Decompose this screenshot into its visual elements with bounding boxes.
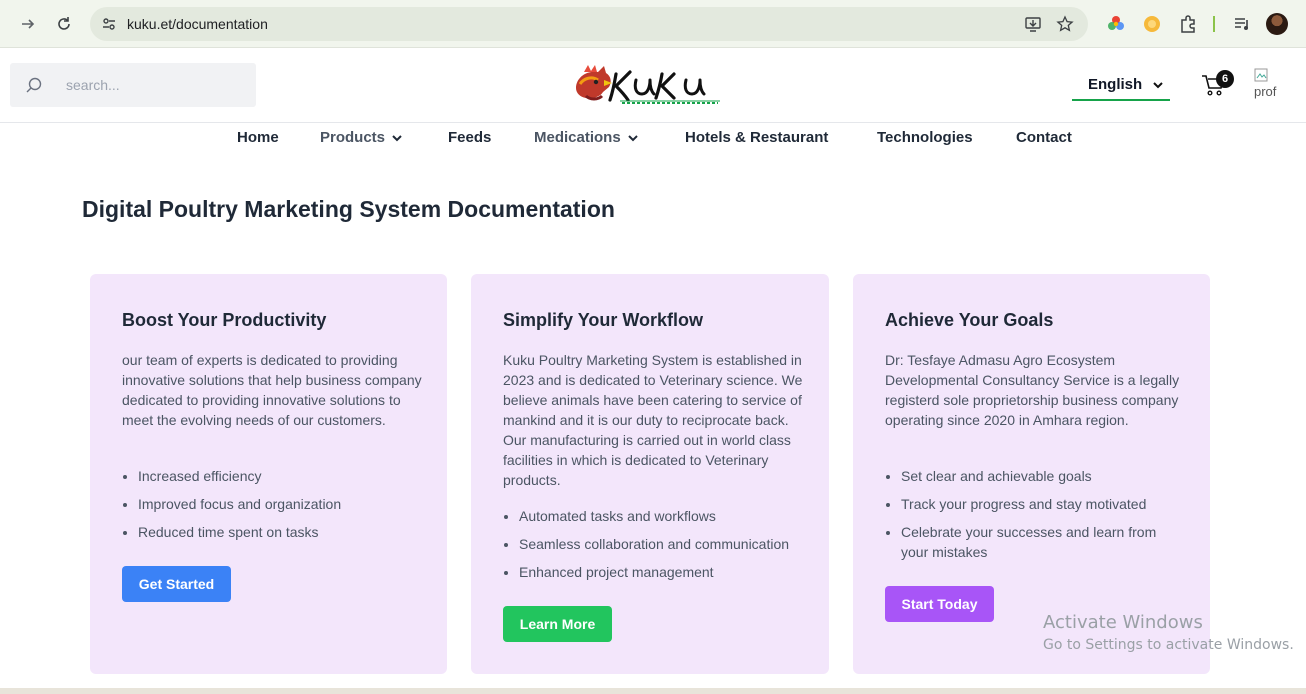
watermark-subtitle: Go to Settings to activate Windows. bbox=[1043, 637, 1294, 653]
language-select[interactable]: English bbox=[1072, 69, 1170, 101]
profile-alt-text: prof bbox=[1254, 84, 1277, 99]
nav-hotels-label: Hotels & Restaurant bbox=[685, 129, 829, 146]
nav-products-label: Products bbox=[320, 129, 386, 146]
nav-medications[interactable]: Medications bbox=[534, 129, 639, 146]
nav-products[interactable]: Products bbox=[320, 129, 403, 146]
media-control-icon[interactable] bbox=[1232, 14, 1252, 34]
nav-home-label: Home bbox=[237, 129, 279, 146]
productivity-card: Boost Your Productivity our team of expe… bbox=[90, 274, 447, 674]
card-body: our team of experts is dedicated to prov… bbox=[122, 352, 422, 428]
nav-medications-label: Medications bbox=[534, 129, 621, 146]
list-item: Automated tasks and workflows bbox=[519, 506, 809, 526]
nav-technologies-label: Technologies bbox=[877, 129, 973, 146]
list-item: Increased efficiency bbox=[138, 466, 428, 486]
url-text: kuku.et/documentation bbox=[127, 16, 268, 32]
kuku-logo[interactable] bbox=[570, 62, 726, 108]
page-title: Digital Poultry Marketing System Documen… bbox=[82, 196, 615, 222]
workflow-card: Simplify Your Workflow Kuku Poultry Mark… bbox=[471, 274, 829, 674]
install-app-icon[interactable] bbox=[1024, 15, 1042, 33]
search-icon bbox=[26, 77, 42, 93]
reload-icon[interactable] bbox=[52, 12, 76, 36]
search-input[interactable] bbox=[66, 75, 246, 95]
taskbar-edge bbox=[0, 688, 1306, 694]
start-today-button[interactable]: Start Today bbox=[885, 586, 994, 622]
list-item: Seamless collaboration and communication bbox=[519, 534, 809, 554]
nav-hotels-restaurant[interactable]: Hotels & Restaurant bbox=[685, 129, 828, 146]
card-body: Kuku Poultry Marketing System is establi… bbox=[503, 352, 803, 488]
search-box[interactable] bbox=[10, 63, 256, 107]
list-item: Celebrate your successes and learn from … bbox=[901, 522, 1177, 562]
list-item: Enhanced project management bbox=[519, 562, 809, 582]
bookmark-star-icon[interactable] bbox=[1056, 15, 1074, 33]
extensions-puzzle-icon[interactable] bbox=[1178, 14, 1198, 34]
browser-profile-avatar[interactable] bbox=[1266, 13, 1288, 35]
get-started-button[interactable]: Get Started bbox=[122, 566, 231, 602]
broken-image-icon bbox=[1254, 68, 1268, 82]
list-item: Track your progress and stay motivated bbox=[901, 494, 1177, 514]
card-bullet-list: Set clear and achievable goals Track you… bbox=[901, 466, 1177, 570]
nav-contact-label: Contact bbox=[1016, 129, 1072, 146]
nav-feeds-label: Feeds bbox=[448, 129, 492, 146]
activate-windows-watermark: Activate Windows Go to Settings to activ… bbox=[1043, 612, 1294, 654]
nav-contact[interactable]: Contact bbox=[1016, 129, 1072, 146]
forward-icon[interactable] bbox=[16, 12, 40, 36]
chevron-down-icon bbox=[392, 134, 402, 141]
chevron-down-icon bbox=[627, 134, 638, 141]
cart-count-badge: 6 bbox=[1216, 70, 1234, 88]
nav-feeds[interactable]: Feeds bbox=[448, 129, 491, 146]
list-item: Reduced time spent on tasks bbox=[138, 522, 428, 542]
watermark-title: Activate Windows bbox=[1043, 612, 1203, 633]
card-title: Boost Your Productivity bbox=[122, 310, 327, 330]
card-bullet-list: Increased efficiency Improved focus and … bbox=[138, 466, 428, 550]
nav-home[interactable]: Home bbox=[237, 129, 279, 146]
chevron-down-icon bbox=[1153, 82, 1163, 89]
nav-technologies[interactable]: Technologies bbox=[877, 129, 973, 146]
card-body: Dr: Tesfaye Admasu Agro Ecosystem Develo… bbox=[885, 352, 1180, 428]
site-settings-icon[interactable] bbox=[100, 15, 118, 33]
language-label: English bbox=[1088, 75, 1143, 93]
address-bar[interactable]: kuku.et/documentation bbox=[90, 7, 1088, 41]
profile-image[interactable]: prof bbox=[1254, 68, 1288, 102]
browser-toolbar: kuku.et/documentation bbox=[0, 0, 1306, 48]
list-item: Set clear and achievable goals bbox=[901, 466, 1177, 486]
card-title: Achieve Your Goals bbox=[885, 310, 1054, 330]
toolbar-divider bbox=[1213, 16, 1215, 32]
site-header: English 6 prof bbox=[0, 48, 1306, 123]
orange-extension-icon[interactable] bbox=[1142, 14, 1162, 34]
learn-more-button[interactable]: Learn More bbox=[503, 606, 612, 642]
main-nav: Home Products Feeds Medications Hotels &… bbox=[0, 123, 1306, 157]
list-item: Improved focus and organization bbox=[138, 494, 428, 514]
card-bullet-list: Automated tasks and workflows Seamless c… bbox=[519, 506, 809, 590]
card-title: Simplify Your Workflow bbox=[503, 310, 704, 330]
color-extension-icon[interactable] bbox=[1106, 14, 1126, 34]
